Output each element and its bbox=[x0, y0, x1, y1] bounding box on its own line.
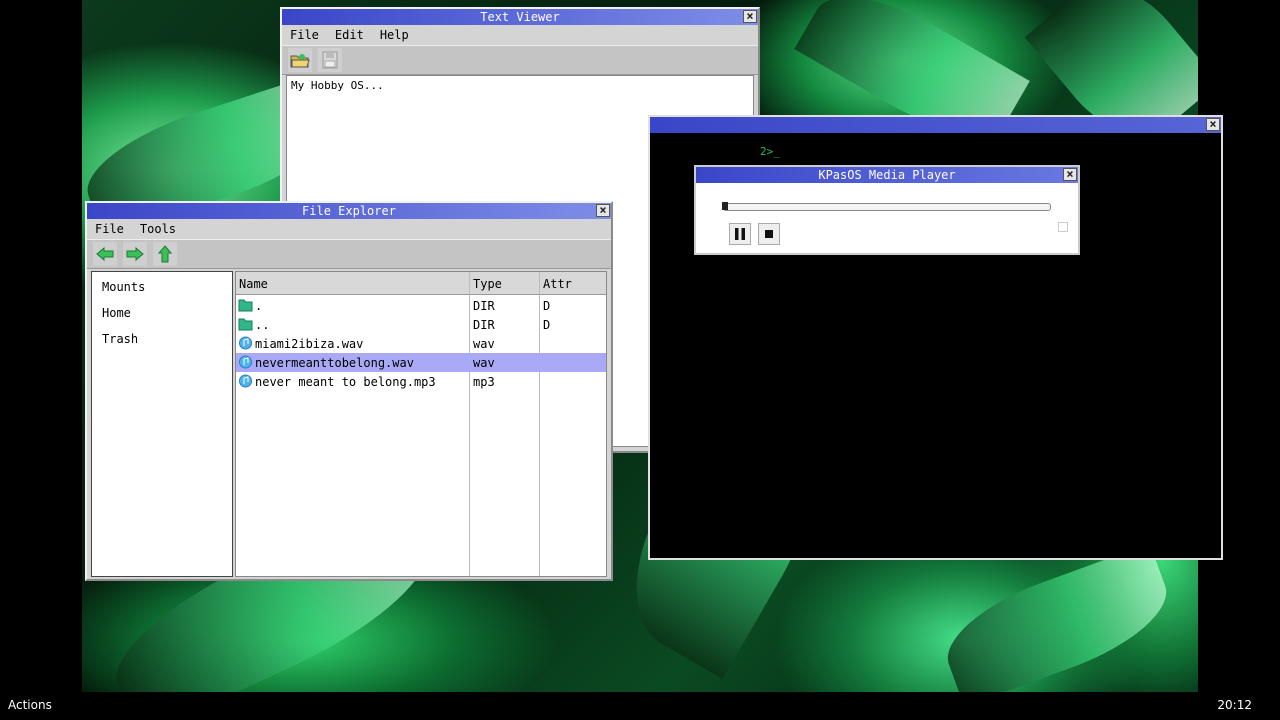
file-name: nevermeanttobelong.wav bbox=[255, 356, 414, 370]
file-row[interactable]: miami2ibiza.wav wav bbox=[236, 334, 606, 353]
stop-icon bbox=[765, 230, 773, 238]
open-folder-icon bbox=[290, 54, 310, 68]
toolbar bbox=[282, 45, 758, 75]
close-button[interactable]: × bbox=[1063, 168, 1077, 181]
file-row[interactable]: nevermeanttobelong.wav wav bbox=[236, 353, 606, 372]
clock: 20:12 bbox=[1217, 698, 1252, 712]
menu-bar: File Tools bbox=[87, 219, 611, 239]
pause-icon bbox=[735, 228, 745, 240]
folder-icon bbox=[238, 299, 253, 312]
file-type: DIR bbox=[473, 318, 495, 332]
resize-grip[interactable] bbox=[1058, 222, 1068, 232]
menu-edit[interactable]: Edit bbox=[335, 28, 364, 42]
window-title: Text Viewer bbox=[480, 10, 560, 24]
file-row[interactable]: never meant to belong.mp3 mp3 bbox=[236, 372, 606, 391]
file-explorer-titlebar[interactable]: File Explorer × bbox=[87, 203, 611, 219]
sidebar-item-mounts[interactable]: Mounts bbox=[102, 280, 145, 294]
file-name: miami2ibiza.wav bbox=[255, 337, 364, 351]
close-button[interactable]: × bbox=[743, 10, 757, 23]
menu-file[interactable]: File bbox=[95, 222, 124, 236]
file-row[interactable]: .. DIR D bbox=[236, 315, 606, 334]
up-button[interactable] bbox=[153, 242, 177, 266]
places-sidebar: Mounts Home Trash bbox=[91, 271, 233, 577]
menu-help[interactable]: Help bbox=[380, 28, 409, 42]
file-row[interactable]: . DIR D bbox=[236, 296, 606, 315]
close-button[interactable]: × bbox=[1206, 118, 1220, 131]
forward-button[interactable] bbox=[123, 242, 147, 266]
column-header-type[interactable]: Type bbox=[473, 277, 502, 291]
menu-tools[interactable]: Tools bbox=[140, 222, 176, 236]
file-type: wav bbox=[473, 356, 495, 370]
navigation-toolbar bbox=[87, 239, 611, 269]
pause-button[interactable] bbox=[729, 223, 751, 245]
save-button[interactable] bbox=[318, 48, 342, 72]
menu-bar: File Edit Help bbox=[282, 25, 758, 45]
menu-file[interactable]: File bbox=[290, 28, 319, 42]
file-type: DIR bbox=[473, 299, 495, 313]
audio-file-icon bbox=[239, 336, 252, 350]
window-title: KPasOS Media Player bbox=[818, 168, 956, 182]
sidebar-item-trash[interactable]: Trash bbox=[102, 332, 138, 346]
file-attr: D bbox=[543, 299, 551, 313]
seek-bar[interactable] bbox=[722, 202, 1051, 211]
media-player-titlebar[interactable]: KPasOS Media Player × bbox=[696, 167, 1078, 183]
console-titlebar[interactable]: × bbox=[650, 117, 1221, 133]
file-name: . bbox=[255, 299, 263, 313]
file-list: Name Type Attr . DIR D.. DIR Dmiami2ibiza.wa… bbox=[235, 271, 607, 577]
window-title: File Explorer bbox=[302, 204, 396, 218]
file-attr: D bbox=[543, 318, 551, 332]
text-viewer-titlebar[interactable]: Text Viewer × bbox=[282, 9, 758, 25]
folder-icon bbox=[238, 318, 253, 331]
save-icon bbox=[322, 51, 338, 69]
arrow-up-icon bbox=[158, 245, 172, 263]
column-header-attr[interactable]: Attr bbox=[543, 277, 572, 291]
file-list-header: Name Type Attr bbox=[236, 272, 606, 295]
close-button[interactable]: × bbox=[596, 204, 610, 217]
taskbar: Actions 20:12 bbox=[0, 692, 1280, 720]
stop-button[interactable] bbox=[758, 223, 780, 245]
file-type: mp3 bbox=[473, 375, 495, 389]
file-type: wav bbox=[473, 337, 495, 351]
file-name: .. bbox=[255, 318, 270, 332]
file-name: never meant to belong.mp3 bbox=[255, 375, 436, 389]
audio-file-icon bbox=[239, 355, 252, 369]
audio-file-icon bbox=[239, 374, 252, 388]
console-prompt: 2>_ bbox=[760, 145, 780, 158]
sidebar-item-home[interactable]: Home bbox=[102, 306, 131, 320]
arrow-left-icon bbox=[96, 247, 114, 261]
seek-handle[interactable] bbox=[722, 202, 728, 210]
back-button[interactable] bbox=[93, 242, 117, 266]
actions-menu-button[interactable]: Actions bbox=[8, 698, 52, 712]
arrow-right-icon bbox=[126, 247, 144, 261]
text-content: My Hobby OS... bbox=[291, 79, 384, 92]
file-explorer-window[interactable]: File Explorer × File Tools Mounts Home T… bbox=[85, 201, 613, 581]
media-player-window[interactable]: KPasOS Media Player × bbox=[694, 165, 1080, 255]
column-header-name[interactable]: Name bbox=[239, 277, 268, 291]
open-file-button[interactable] bbox=[288, 48, 312, 72]
